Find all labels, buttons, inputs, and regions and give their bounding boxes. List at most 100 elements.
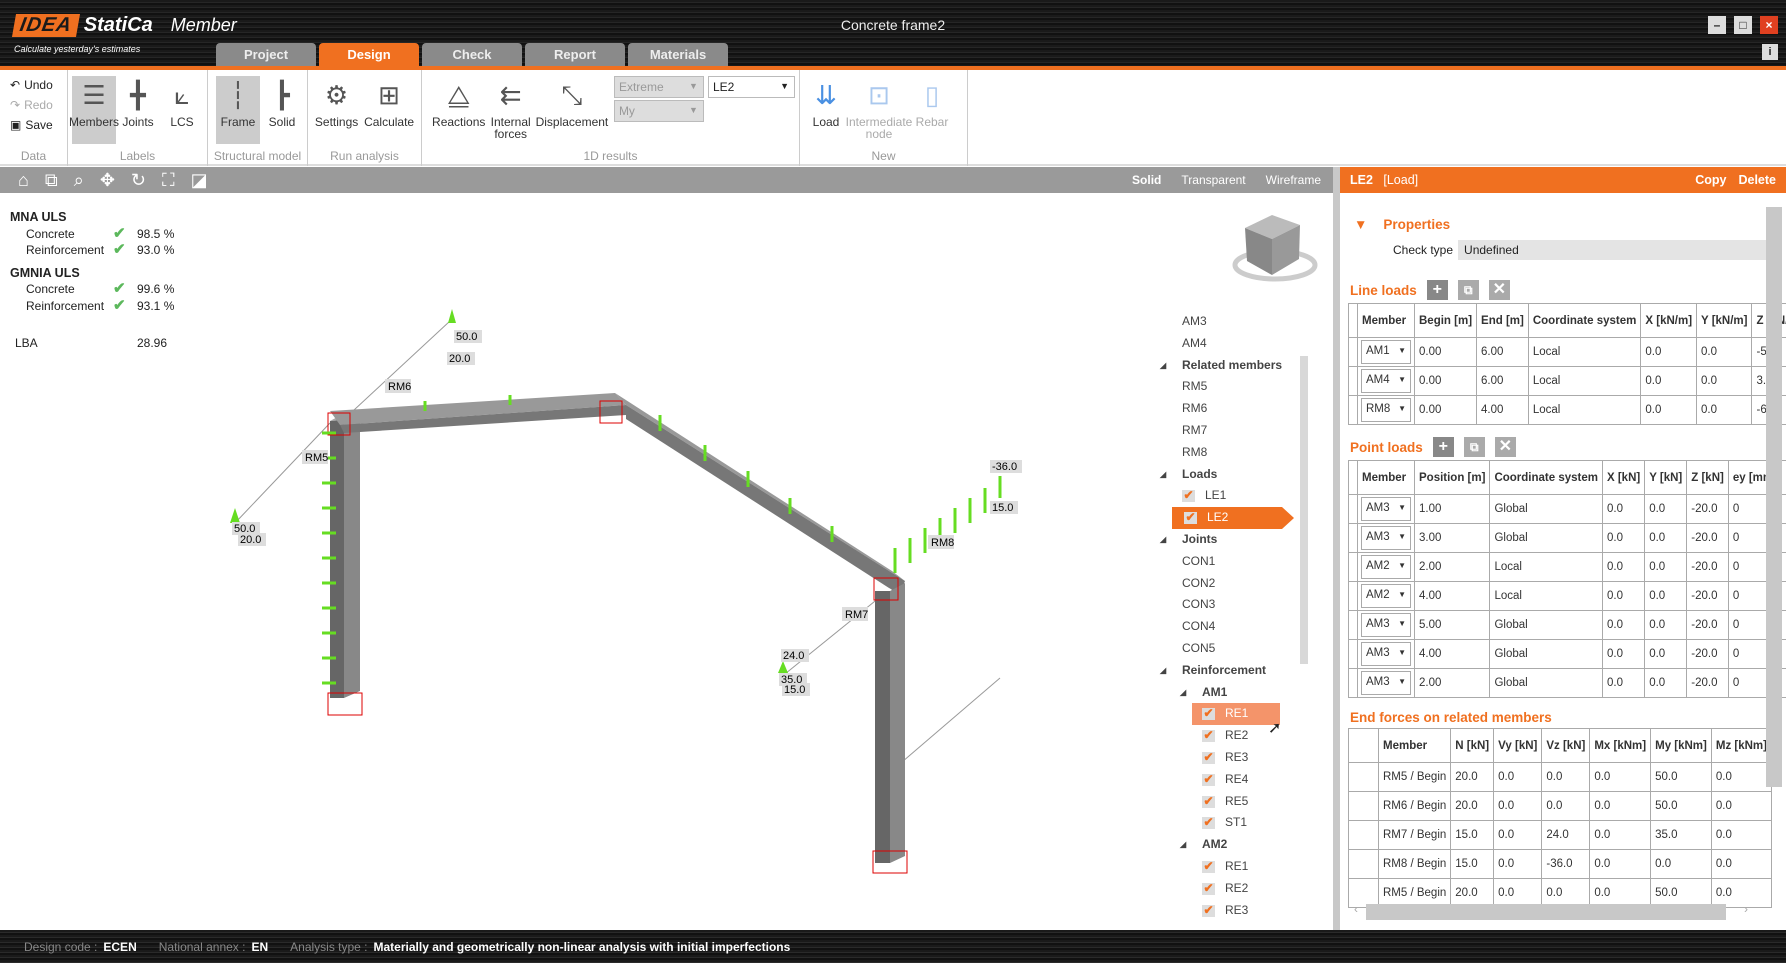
table-cell[interactable]: AM3 bbox=[1357, 639, 1415, 669]
member-select[interactable]: AM2 bbox=[1361, 584, 1411, 608]
tab-report[interactable]: Report bbox=[525, 43, 625, 67]
table-cell[interactable]: 0.0 bbox=[1541, 791, 1591, 821]
member-select[interactable]: AM4 bbox=[1361, 369, 1411, 393]
table-cell[interactable]: Global bbox=[1489, 494, 1603, 524]
member-select[interactable]: RM8 bbox=[1361, 398, 1411, 422]
member-select[interactable]: AM3 bbox=[1361, 642, 1411, 666]
table-cell[interactable]: RM8 bbox=[1357, 395, 1415, 425]
member-select[interactable]: AM3 bbox=[1361, 671, 1411, 695]
table-cell[interactable]: 150 bbox=[1780, 639, 1786, 669]
table-cell[interactable]: 4.00 bbox=[1413, 581, 1491, 611]
table-cell[interactable]: 0.00 bbox=[1413, 337, 1478, 367]
table-cell[interactable]: -20.0 bbox=[1686, 552, 1729, 582]
tree-scrollbar[interactable] bbox=[1300, 356, 1308, 664]
extreme-select[interactable]: Extreme ▼ bbox=[613, 76, 704, 98]
row-selector[interactable] bbox=[1348, 523, 1358, 553]
table-cell[interactable]: AM4 bbox=[1357, 366, 1415, 396]
table-row[interactable]: RM7 / Begin 15.0 0.0 24.0 0.0 35.0 0.0 bbox=[1348, 820, 1773, 850]
table-cell[interactable]: 0.0 bbox=[1650, 849, 1712, 879]
table-cell[interactable]: AM2 bbox=[1357, 581, 1415, 611]
table-cell[interactable]: 0.0 bbox=[1589, 762, 1652, 792]
tree-item-con1[interactable]: CON1 bbox=[1160, 551, 1310, 573]
member-select[interactable]: AM1 bbox=[1361, 340, 1411, 364]
table-cell[interactable]: -20.0 bbox=[1686, 581, 1729, 611]
table-row[interactable]: AM33.00Global0.00.0-20.00150 bbox=[1348, 523, 1786, 553]
delete-icon[interactable]: ✕ bbox=[1488, 280, 1510, 300]
table-row[interactable]: RM6 / Begin 20.0 0.0 0.0 0.0 50.0 0.0 bbox=[1348, 791, 1773, 821]
rotate-icon[interactable]: ↻ bbox=[131, 170, 146, 191]
collapse-icon[interactable]: ◢ bbox=[1160, 464, 1166, 486]
table-cell[interactable]: 50.0 bbox=[1650, 791, 1712, 821]
table-cell[interactable]: 0.0 bbox=[1644, 639, 1688, 669]
table-cell[interactable]: Local bbox=[1527, 395, 1642, 425]
tree-item-con5[interactable]: CON5 bbox=[1160, 638, 1310, 660]
checkbox[interactable]: ✔ bbox=[1202, 816, 1215, 830]
scroll-right-icon[interactable]: › bbox=[1744, 902, 1748, 916]
collapse-icon[interactable]: ◢ bbox=[1160, 660, 1166, 682]
tree-item-rm5[interactable]: RM5 bbox=[1160, 376, 1310, 398]
member-select[interactable]: AM3 bbox=[1361, 526, 1411, 550]
table-cell[interactable]: 0.0 bbox=[1710, 791, 1773, 821]
zoom-window-icon[interactable]: ⧉ bbox=[45, 170, 58, 191]
table-cell[interactable]: 0.0 bbox=[1601, 668, 1646, 698]
table-cell[interactable]: 0.0 bbox=[1493, 849, 1543, 879]
zoom-extents-icon[interactable]: ⛶ bbox=[162, 170, 175, 191]
frame-button[interactable]: ┆ Frame bbox=[216, 76, 260, 144]
table-cell[interactable]: AM3 bbox=[1357, 494, 1415, 524]
table-cell[interactable]: Global bbox=[1489, 668, 1603, 698]
table-cell[interactable]: 0.0 bbox=[1493, 762, 1543, 792]
table-cell[interactable]: 0.0 bbox=[1644, 668, 1688, 698]
check-type-field[interactable]: Undefined bbox=[1458, 240, 1771, 260]
checkbox[interactable]: ✔ bbox=[1202, 707, 1215, 721]
table-cell[interactable]: 150 bbox=[1780, 668, 1786, 698]
table-cell[interactable]: 0.0 bbox=[1493, 820, 1543, 850]
collapse-icon[interactable]: ◢ bbox=[1160, 529, 1166, 551]
table-cell[interactable]: 0.0 bbox=[1589, 820, 1652, 850]
table-cell[interactable]: AM3 bbox=[1357, 610, 1415, 640]
table-cell[interactable]: Local bbox=[1527, 366, 1642, 396]
tab-check[interactable]: Check bbox=[422, 43, 522, 67]
close-button[interactable]: × bbox=[1760, 16, 1778, 34]
row-selector[interactable] bbox=[1348, 395, 1358, 425]
table-cell[interactable]: 0.0 bbox=[1644, 494, 1688, 524]
checkbox[interactable]: ✔ bbox=[1202, 729, 1215, 743]
table-cell[interactable]: RM6 / Begin bbox=[1377, 791, 1452, 821]
tree-item-am1-re2[interactable]: ✔ RE2 bbox=[1160, 725, 1310, 747]
tree-item-am4[interactable]: AM4 bbox=[1160, 333, 1310, 355]
table-cell[interactable]: 35.0 bbox=[1650, 820, 1712, 850]
table-cell[interactable]: 0.0 bbox=[1696, 395, 1753, 425]
intermediate-node-button[interactable]: ⊡ Intermediate node bbox=[846, 76, 913, 144]
table-cell[interactable]: RM7 / Begin bbox=[1377, 820, 1452, 850]
table-cell[interactable]: 0.0 bbox=[1696, 337, 1753, 367]
table-cell[interactable]: Global bbox=[1489, 639, 1603, 669]
table-cell[interactable]: 20.0 bbox=[1450, 791, 1495, 821]
table-cell[interactable]: 0.0 bbox=[1640, 366, 1698, 396]
tree-item-rm6[interactable]: RM6 bbox=[1160, 398, 1310, 420]
joints-button[interactable]: ╋ Joints bbox=[116, 76, 160, 144]
tree-group-am1[interactable]: ◢ AM1 bbox=[1160, 682, 1310, 704]
tree-item-con3[interactable]: CON3 bbox=[1160, 594, 1310, 616]
collapse-icon[interactable]: ◢ bbox=[1180, 834, 1186, 856]
table-cell[interactable]: 150 bbox=[1780, 610, 1786, 640]
rebar-button[interactable]: ▯ Rebar bbox=[910, 76, 954, 144]
home-icon[interactable]: ⌂ bbox=[18, 170, 29, 191]
table-cell[interactable]: 0.0 bbox=[1589, 791, 1652, 821]
table-cell[interactable]: 0.0 bbox=[1601, 639, 1646, 669]
table-cell[interactable]: 0.0 bbox=[1644, 581, 1688, 611]
table-row[interactable]: AM24.00Local0.00.0-20.000 bbox=[1348, 581, 1786, 611]
table-cell[interactable]: 1.00 bbox=[1413, 494, 1491, 524]
load-case-select[interactable]: LE2 ▼ bbox=[707, 76, 796, 98]
component-select[interactable]: My ▼ bbox=[613, 100, 704, 122]
checkbox[interactable]: ✔ bbox=[1184, 511, 1197, 525]
tree-item-le2[interactable]: ✔ LE2 bbox=[1172, 507, 1294, 529]
table-cell[interactable]: Local bbox=[1489, 581, 1603, 611]
table-cell[interactable]: 0.0 bbox=[1601, 552, 1646, 582]
table-cell[interactable]: 0.0 bbox=[1696, 366, 1753, 396]
table-row[interactable]: AM32.00Global0.00.0-20.00150 bbox=[1348, 668, 1786, 698]
table-cell[interactable]: 0.0 bbox=[1644, 552, 1688, 582]
copy-icon[interactable]: ⧉ bbox=[1463, 437, 1485, 457]
tree-group-joints[interactable]: ◢ Joints bbox=[1160, 529, 1310, 551]
checkbox[interactable]: ✔ bbox=[1202, 751, 1215, 764]
table-cell[interactable]: 0.0 bbox=[1601, 494, 1646, 524]
table-cell[interactable]: RM5 / Begin bbox=[1377, 762, 1452, 792]
